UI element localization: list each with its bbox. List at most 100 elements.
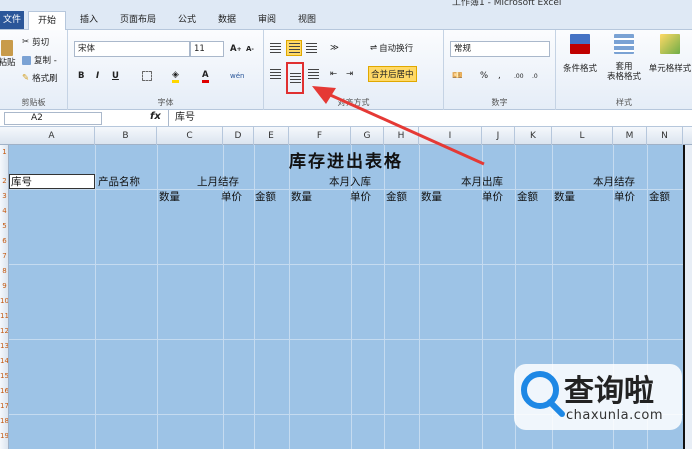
- tab-view[interactable]: 视图: [290, 12, 324, 30]
- column-header[interactable]: N: [647, 127, 683, 145]
- sheet-title-cell[interactable]: 库存进出表格: [9, 147, 683, 172]
- tab-home[interactable]: 开始: [28, 11, 66, 31]
- column-header[interactable]: J: [482, 127, 515, 145]
- column-header[interactable]: A: [9, 127, 95, 145]
- align-middle-button[interactable]: [286, 40, 302, 56]
- tab-data[interactable]: 数据: [210, 12, 244, 30]
- fill-color-button[interactable]: ◈: [172, 68, 179, 84]
- underline-button[interactable]: U: [112, 68, 119, 84]
- row-header[interactable]: 7: [0, 251, 8, 261]
- cell-l3[interactable]: 数量: [554, 189, 575, 204]
- decrease-indent-button[interactable]: ⇤: [330, 66, 337, 82]
- cell-f3[interactable]: 数量: [291, 189, 312, 204]
- column-header[interactable]: E: [254, 127, 289, 145]
- column-header[interactable]: K: [515, 127, 552, 145]
- orientation-button[interactable]: ≫: [330, 40, 339, 56]
- row-header[interactable]: 5: [0, 221, 8, 231]
- row-header[interactable]: 14: [0, 356, 8, 366]
- name-box[interactable]: A2: [4, 112, 102, 125]
- font-name-select[interactable]: 宋体: [74, 41, 190, 57]
- percent-button[interactable]: %: [480, 68, 488, 84]
- row-header[interactable]: 6: [0, 236, 8, 246]
- column-header[interactable]: L: [552, 127, 613, 145]
- align-right-button[interactable]: [308, 66, 319, 82]
- align-bottom-button[interactable]: [306, 40, 317, 56]
- paste-button[interactable]: 粘贴: [0, 34, 16, 74]
- row-header[interactable]: 8: [0, 266, 8, 276]
- cell-d3[interactable]: 单价: [221, 189, 242, 204]
- cell-e3[interactable]: 金额: [255, 189, 276, 204]
- row-header[interactable]: 10: [0, 296, 8, 306]
- column-header[interactable]: M: [613, 127, 647, 145]
- tab-page-layout[interactable]: 页面布局: [114, 12, 162, 30]
- row-header[interactable]: 11: [0, 311, 8, 321]
- cell-l2[interactable]: 本月结存: [593, 174, 635, 189]
- row-header[interactable]: 18: [0, 416, 8, 426]
- cell-n3[interactable]: 金额: [649, 189, 670, 204]
- cell-j3[interactable]: 单价: [482, 189, 503, 204]
- bold-button[interactable]: B: [78, 68, 84, 84]
- phonetic-button[interactable]: wén: [230, 68, 244, 84]
- column-header[interactable]: H: [384, 127, 419, 145]
- cell-a2[interactable]: 库号: [11, 174, 32, 189]
- cell-m3[interactable]: 单价: [614, 189, 635, 204]
- format-as-table-button[interactable]: 套用 表格格式: [602, 34, 646, 84]
- cut-button[interactable]: ✂ 剪切: [22, 34, 49, 50]
- format-painter-button[interactable]: ✎ 格式刷: [22, 70, 58, 86]
- row-header[interactable]: 12: [0, 326, 8, 336]
- column-header[interactable]: G: [351, 127, 384, 145]
- increase-decimal-button[interactable]: .00: [514, 68, 524, 84]
- cell-h3[interactable]: 金额: [386, 189, 407, 204]
- column-header[interactable]: C: [157, 127, 223, 145]
- decrease-decimal-button[interactable]: .0: [532, 68, 538, 84]
- row-header[interactable]: 17: [0, 401, 8, 411]
- row-header[interactable]: 3: [0, 191, 8, 201]
- tab-review[interactable]: 审阅: [250, 12, 284, 30]
- currency-button[interactable]: 💴: [452, 68, 463, 84]
- grow-font-button[interactable]: A +: [230, 41, 242, 57]
- wrap-text-button[interactable]: ⇌ 自动换行: [370, 40, 413, 56]
- cell-b2[interactable]: 产品名称: [98, 174, 140, 189]
- row-header[interactable]: 19: [0, 431, 8, 441]
- border-button[interactable]: [142, 68, 152, 84]
- cell-c2[interactable]: 上月结存: [197, 174, 239, 189]
- cell-styles-button[interactable]: 单元格样式: [648, 34, 692, 84]
- merge-center-button[interactable]: 合并后居中: [368, 66, 417, 82]
- formula-input[interactable]: 库号: [168, 110, 692, 126]
- cell-f2[interactable]: 本月入库: [329, 174, 371, 189]
- cell-c3[interactable]: 数量: [159, 189, 180, 204]
- cell-g3[interactable]: 单价: [350, 189, 371, 204]
- row-header[interactable]: 1: [0, 147, 8, 157]
- row-header[interactable]: 16: [0, 386, 8, 396]
- alignment-group: ≫ ⇌ 自动换行 ⇤ ⇥ 合并后居中 对齐方式: [264, 30, 444, 110]
- cell-i3[interactable]: 数量: [421, 189, 442, 204]
- tab-insert[interactable]: 插入: [72, 12, 106, 30]
- tab-formulas[interactable]: 公式: [170, 12, 204, 30]
- font-color-button[interactable]: A: [202, 68, 209, 84]
- column-header[interactable]: D: [223, 127, 254, 145]
- italic-button[interactable]: I: [96, 68, 99, 84]
- column-header[interactable]: F: [289, 127, 351, 145]
- tab-file[interactable]: 文件: [0, 11, 24, 29]
- cell-i2[interactable]: 本月出库: [461, 174, 503, 189]
- increase-indent-button[interactable]: ⇥: [346, 66, 353, 82]
- align-center-button[interactable]: [286, 62, 304, 94]
- row-header[interactable]: 2: [0, 176, 8, 186]
- conditional-format-button[interactable]: 条件格式: [560, 34, 600, 84]
- number-format-select[interactable]: 常规: [450, 41, 550, 57]
- column-header[interactable]: B: [95, 127, 157, 145]
- row-header[interactable]: 13: [0, 341, 8, 351]
- comma-button[interactable]: ,: [498, 68, 501, 84]
- copy-button[interactable]: 复制 -: [22, 52, 57, 68]
- column-header[interactable]: I: [419, 127, 482, 145]
- align-left-button[interactable]: [270, 66, 281, 82]
- cell-k3[interactable]: 金额: [517, 189, 538, 204]
- shrink-font-button[interactable]: A-: [246, 41, 254, 57]
- row-header[interactable]: 4: [0, 206, 8, 216]
- row-header[interactable]: 15: [0, 371, 8, 381]
- vertical-scrollbar[interactable]: [683, 145, 692, 449]
- row-header[interactable]: 9: [0, 281, 8, 291]
- font-size-select[interactable]: 11: [190, 41, 224, 57]
- align-top-button[interactable]: [270, 40, 281, 56]
- fx-icon[interactable]: fx: [150, 111, 161, 122]
